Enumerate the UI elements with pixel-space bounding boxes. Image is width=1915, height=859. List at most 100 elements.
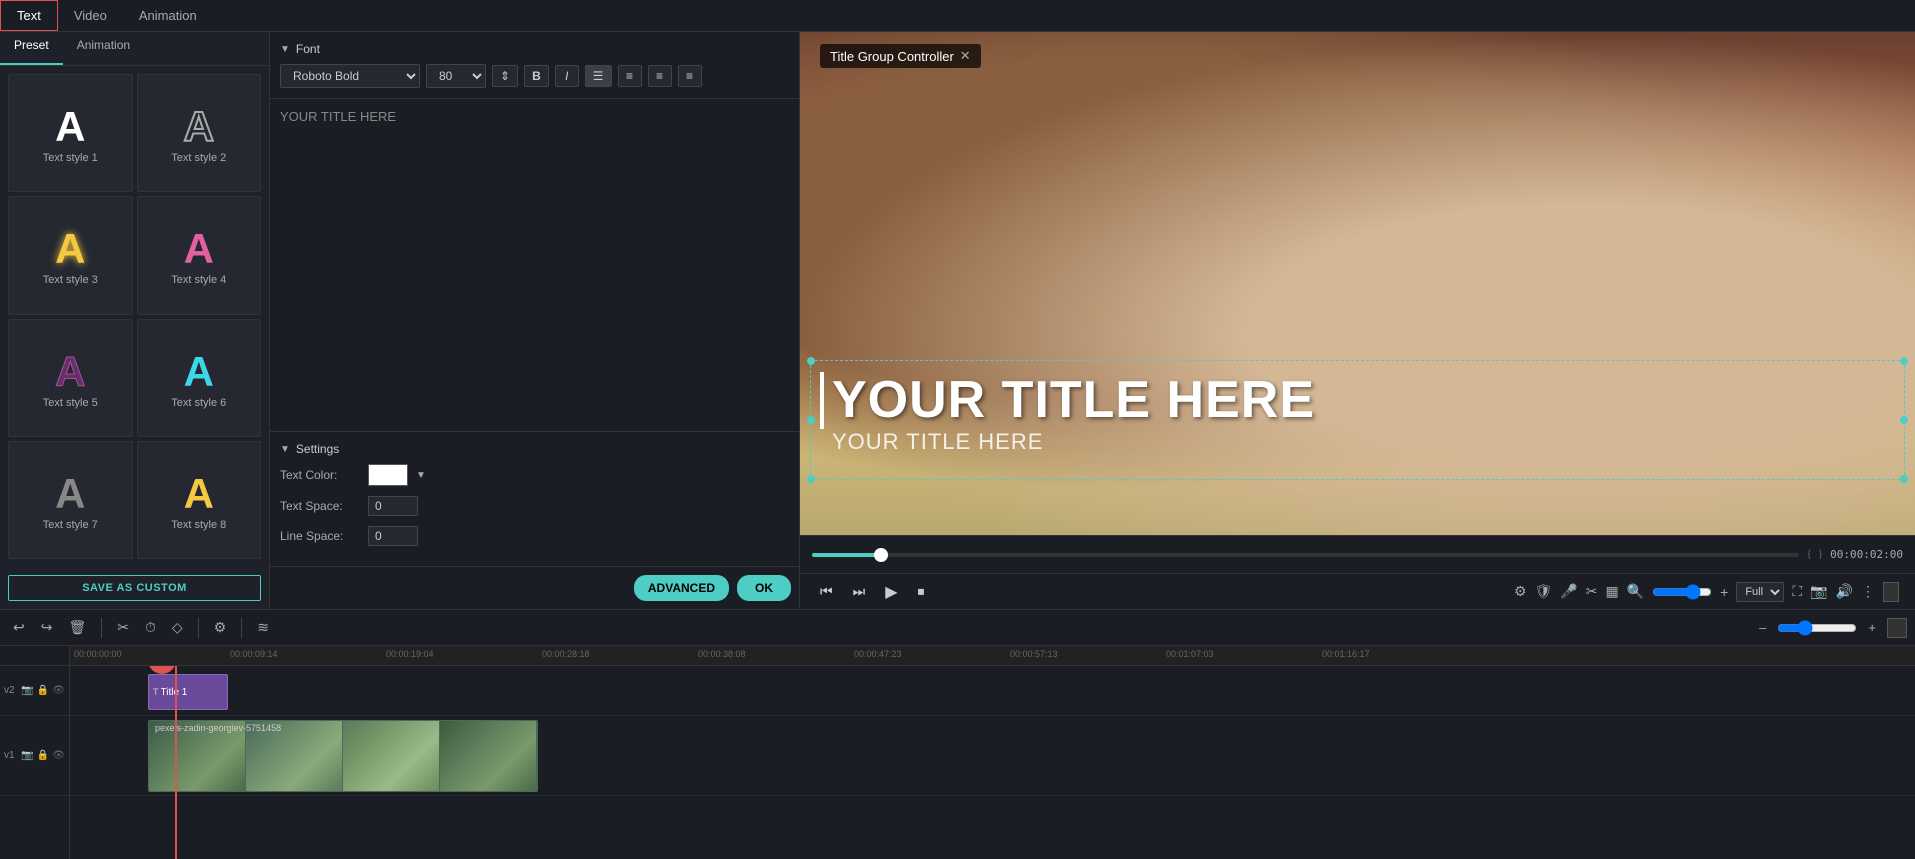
track-v1-name: v1 <box>4 750 15 761</box>
settings-icon[interactable]: ⚙ <box>1514 583 1527 600</box>
delete-button[interactable]: 🗑 <box>63 617 91 638</box>
style-item-7[interactable]: A Text style 7 <box>8 441 133 559</box>
save-as-custom-button[interactable]: SAVE AS CUSTOM <box>8 575 261 601</box>
video-clip-label: pexels-zadin-georgiev-5751458 <box>155 723 281 733</box>
zoom-out-icon[interactable]: 🔍 <box>1627 583 1644 600</box>
tab-animation[interactable]: Animation <box>123 0 213 31</box>
playback-right-icons: ⚙ 🛡 🎤 ✂ ▦ 🔍 + Full ⛶ 📷 🔊 ⋮ <box>1514 582 1899 602</box>
timeline-ruler[interactable]: 00:00:00:00 00:00:09:14 00:00:19:04 00:0… <box>70 646 1915 666</box>
align-justify-btn[interactable]: ≡ <box>678 65 702 87</box>
align-center-btn[interactable]: ≡ <box>618 65 642 87</box>
line-space-input[interactable] <box>368 526 418 546</box>
settings-section: ▼ Settings Text Color: ▼ Text Space: Lin… <box>270 431 799 566</box>
text-space-input[interactable] <box>368 496 418 516</box>
cut-button[interactable]: ✂ <box>112 617 134 638</box>
advanced-button[interactable]: ADVANCED <box>634 575 729 601</box>
audio-icon[interactable]: 🔊 <box>1836 583 1853 600</box>
ruler-label-2: 00:00:19:04 <box>386 649 434 659</box>
mic-icon[interactable]: 🎤 <box>1560 583 1577 600</box>
play-button[interactable]: ▶ <box>881 580 901 604</box>
timeline-color-icon <box>1887 618 1907 638</box>
layout-icon[interactable]: ▦ <box>1605 583 1618 600</box>
track-v1-lock-icon[interactable]: 🔒 <box>37 750 49 761</box>
italic-btn[interactable]: I <box>555 65 579 87</box>
title-overlay[interactable]: YOUR TITLE HERE YOUR TITLE HERE <box>820 372 1895 455</box>
ok-button[interactable]: OK <box>737 575 791 601</box>
title-clip[interactable]: T Title 1 <box>148 674 228 710</box>
track-label-v2: v2 📷 🔒 👁 <box>0 666 69 716</box>
zoom-out-tl-btn[interactable]: – <box>1754 618 1771 637</box>
ruler-label-6: 00:00:57:13 <box>1010 649 1058 659</box>
track-v2-eye-icon[interactable]: 👁 <box>52 685 65 696</box>
left-panel: Preset Animation A Text style 1 A Text s… <box>0 32 270 609</box>
progress-bar[interactable] <box>812 553 1799 557</box>
text-color-swatch[interactable] <box>368 464 408 486</box>
preview-photo <box>800 32 1915 535</box>
text-edit-content: YOUR TITLE HERE <box>280 109 789 124</box>
stop-button[interactable]: ⏹ <box>914 581 929 602</box>
redo-button[interactable]: ↪ <box>36 617 58 638</box>
step-back-button[interactable]: ⏭ <box>849 581 870 602</box>
font-size-select[interactable]: 80 <box>426 64 486 88</box>
style-item-1[interactable]: A Text style 1 <box>8 74 133 192</box>
zoom-in-icon[interactable]: + <box>1720 584 1728 600</box>
ripple-btn[interactable]: ≋ <box>252 617 274 638</box>
progress-thumb[interactable] <box>874 548 888 562</box>
line-spacing-btn[interactable]: ⇕ <box>492 65 518 87</box>
tab-video[interactable]: Video <box>58 0 123 31</box>
zoom-in-tl-btn[interactable]: + <box>1863 618 1881 637</box>
color-dropdown-arrow[interactable]: ▼ <box>416 470 426 481</box>
more-icon[interactable]: ⋮ <box>1861 583 1875 600</box>
style-item-8[interactable]: A Text style 8 <box>137 441 262 559</box>
tab-text[interactable]: Text <box>0 0 58 31</box>
style-item-6[interactable]: A Text style 6 <box>137 319 262 437</box>
fullscreen-icon[interactable]: ⛶ <box>1792 583 1802 600</box>
text-space-row: Text Space: <box>280 496 789 516</box>
sub-tab-preset[interactable]: Preset <box>0 32 63 65</box>
ruler-spacer <box>0 646 69 666</box>
align-right-btn[interactable]: ≡ <box>648 65 672 87</box>
track-v2-icons: 📷 🔒 👁 <box>21 685 65 696</box>
quality-select[interactable]: Full <box>1736 582 1784 602</box>
scissors-icon[interactable]: ✂ <box>1586 583 1598 600</box>
styles-grid: A Text style 1 A Text style 2 A Text sty… <box>0 66 269 567</box>
undo-button[interactable]: ↩ <box>8 617 30 638</box>
font-name-select[interactable]: Roboto Bold <box>280 64 420 88</box>
bracket-left: { <box>1807 549 1810 560</box>
timer-button[interactable]: ⏱ <box>140 617 161 638</box>
volume-slider[interactable] <box>1652 584 1712 600</box>
text-edit-area[interactable]: YOUR TITLE HERE <box>270 99 799 431</box>
style-letter-3: A <box>55 228 85 270</box>
title-controller-close-icon[interactable]: ✕ <box>960 48 971 64</box>
bold-btn[interactable]: B <box>524 65 549 87</box>
clip-text-icon: T <box>153 687 159 697</box>
skip-back-button[interactable]: ⏮ <box>816 581 837 602</box>
settings-btn[interactable]: ⚙ <box>209 617 232 638</box>
marker-button[interactable]: ◇ <box>167 617 188 638</box>
style-label-6: Text style 6 <box>171 397 226 409</box>
style-label-4: Text style 4 <box>171 274 226 286</box>
ruler-label-3: 00:00:28:18 <box>542 649 590 659</box>
title-controller-badge[interactable]: Title Group Controller ✕ <box>820 44 981 68</box>
track-v1-camera-icon[interactable]: 📷 <box>21 750 33 761</box>
track-v1-eye-icon[interactable]: 👁 <box>52 750 65 761</box>
track-v2-lock-icon[interactable]: 🔒 <box>37 685 49 696</box>
center-panel: ▼ Font Roboto Bold 80 ⇕ B I ☰ ≡ ≡ ≡ YO <box>270 32 800 609</box>
video-thumb-3 <box>343 721 440 791</box>
style-item-2[interactable]: A Text style 2 <box>137 74 262 192</box>
video-clip[interactable]: pexels-zadin-georgiev-5751458 <box>148 720 538 792</box>
timeline-zoom-slider[interactable] <box>1777 620 1857 636</box>
style-item-4[interactable]: A Text style 4 <box>137 196 262 314</box>
shield-icon[interactable]: 🛡 <box>1535 583 1553 600</box>
style-item-3[interactable]: A Text style 3 <box>8 196 133 314</box>
align-left-btn[interactable]: ☰ <box>585 65 612 87</box>
style-item-5[interactable]: A Text style 5 <box>8 319 133 437</box>
style-label-5: Text style 5 <box>43 397 98 409</box>
timeline-ruler-and-tracks: 00:00:00:00 00:00:09:14 00:00:19:04 00:0… <box>70 646 1915 859</box>
sub-tab-animation[interactable]: Animation <box>63 32 144 65</box>
track-v2-camera-icon[interactable]: 📷 <box>21 685 33 696</box>
bracket-right: } <box>1819 549 1822 560</box>
ruler-label-8: 00:01:16:17 <box>1322 649 1370 659</box>
color-picker-icon[interactable] <box>1883 582 1899 602</box>
snapshot-icon[interactable]: 📷 <box>1810 583 1827 600</box>
